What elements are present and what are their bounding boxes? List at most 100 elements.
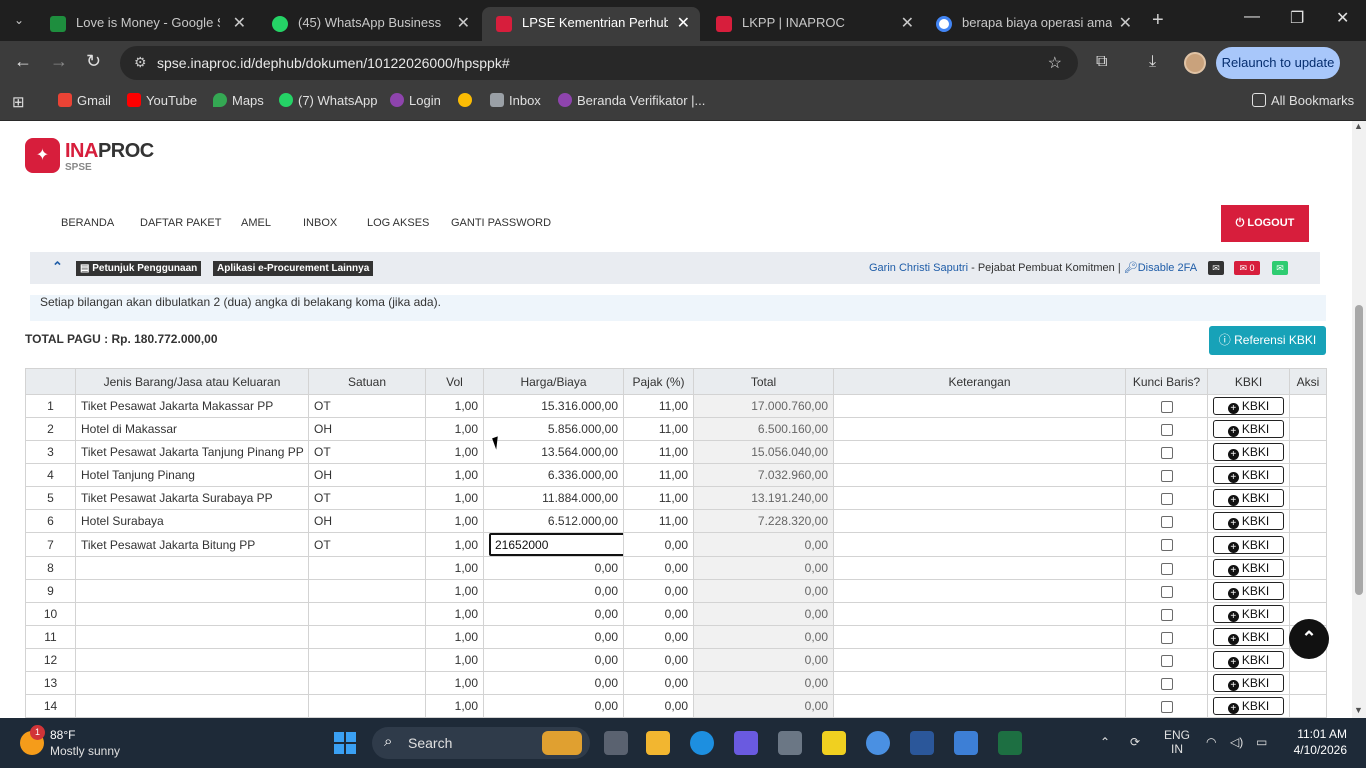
cell-vol[interactable]: 1,00 <box>425 556 484 580</box>
cell-satuan[interactable]: OH <box>308 463 426 487</box>
cell-harga[interactable]: 6.336.000,00 <box>483 463 624 487</box>
cell-satuan[interactable] <box>308 671 426 695</box>
bookmark-gmail[interactable]: Gmail <box>58 93 111 108</box>
task-view-icon[interactable] <box>604 731 628 755</box>
cell-keterangan[interactable] <box>833 486 1126 510</box>
kbki-button[interactable]: + KBKI <box>1213 559 1284 577</box>
double-chevron-up-icon[interactable]: ⌃ <box>52 259 63 275</box>
url-text[interactable]: spse.inaproc.id/dephub/dokumen/101220260… <box>157 55 510 71</box>
scroll-to-top-button[interactable]: ⌃ <box>1289 619 1329 659</box>
envelope-icon[interactable]: ✉ <box>1208 261 1224 275</box>
kbki-button[interactable]: + KBKI <box>1213 466 1284 484</box>
cell-jenis-barang[interactable]: Tiket Pesawat Jakarta Makassar PP <box>75 394 309 418</box>
cell-jenis-barang[interactable]: Hotel Tanjung Pinang <box>75 463 309 487</box>
close-tab-icon[interactable]: ✕ <box>677 13 690 33</box>
cell-jenis-barang[interactable] <box>75 579 309 603</box>
cell-jenis-barang[interactable] <box>75 602 309 626</box>
cell-vol[interactable]: 1,00 <box>425 579 484 603</box>
cell-jenis-barang[interactable] <box>75 694 309 718</box>
harga-input[interactable] <box>489 533 623 556</box>
page-scrollbar[interactable]: ▲ ▼ <box>1352 121 1366 718</box>
cell-satuan[interactable] <box>308 694 426 718</box>
cell-keterangan[interactable] <box>833 440 1126 464</box>
cell-jenis-barang[interactable] <box>75 556 309 580</box>
extensions-icon[interactable]: ⧉ <box>1096 53 1107 71</box>
cell-satuan[interactable]: OH <box>308 417 426 441</box>
kbki-button[interactable]: + KBKI <box>1213 420 1284 438</box>
kbki-button[interactable]: + KBKI <box>1213 674 1284 692</box>
cell-harga[interactable]: 13.564.000,00 <box>483 440 624 464</box>
kbki-button[interactable]: + KBKI <box>1213 512 1284 530</box>
cell-jenis-barang[interactable] <box>75 671 309 695</box>
cell-pajak[interactable]: 0,00 <box>623 579 694 603</box>
cell-pajak[interactable]: 11,00 <box>623 509 694 533</box>
cell-keterangan[interactable] <box>833 394 1126 418</box>
weather-temp[interactable]: 88°F <box>50 728 75 742</box>
cell-jenis-barang[interactable]: Hotel Surabaya <box>75 509 309 533</box>
excel-icon[interactable] <box>998 731 1022 755</box>
cell-vol[interactable]: 1,00 <box>425 532 484 557</box>
cell-harga[interactable]: 0,00 <box>483 671 624 695</box>
bookmark-photos[interactable] <box>458 93 477 108</box>
nav-inbox[interactable]: INBOX <box>303 217 337 229</box>
browser-tab-whatsapp[interactable]: (45) WhatsApp Business ✕ <box>258 7 480 41</box>
cell-pajak[interactable]: 0,00 <box>623 625 694 649</box>
battery-icon[interactable]: ▭ <box>1256 735 1267 749</box>
cell-vol[interactable]: 1,00 <box>425 463 484 487</box>
browser-tab-lkpp[interactable]: LKPP | INAPROC ✕ <box>702 7 924 41</box>
cell-vol[interactable]: 1,00 <box>425 694 484 718</box>
cell-satuan[interactable] <box>308 602 426 626</box>
aplikasi-eproc-button[interactable]: Aplikasi e-Procurement Lainnya <box>213 261 374 276</box>
kunci-baris-checkbox[interactable] <box>1160 585 1173 598</box>
close-tab-icon[interactable]: ✕ <box>457 13 470 33</box>
weather-condition[interactable]: Mostly sunny <box>50 744 120 758</box>
cell-jenis-barang[interactable]: Tiket Pesawat Jakarta Surabaya PP <box>75 486 309 510</box>
cell-harga[interactable]: 5.856.000,00 <box>483 417 624 441</box>
user-name[interactable]: Garin Christi Saputri <box>869 262 968 274</box>
bookmark-beranda-verifikator[interactable]: Beranda Verifikator |... <box>558 93 705 108</box>
kunci-baris-checkbox[interactable] <box>1160 423 1173 436</box>
cell-pajak[interactable]: 0,00 <box>623 694 694 718</box>
sticky-notes-icon[interactable] <box>822 731 846 755</box>
bookmark-whatsapp[interactable]: (7) WhatsApp <box>279 93 377 108</box>
minimize-icon[interactable]: — <box>1244 8 1260 26</box>
kunci-baris-checkbox[interactable] <box>1160 654 1173 667</box>
nav-amel[interactable]: AMEL <box>241 217 271 229</box>
scrollbar-thumb[interactable] <box>1355 305 1363 595</box>
profile-avatar[interactable] <box>1184 52 1206 74</box>
cell-keterangan[interactable] <box>833 625 1126 649</box>
site-info-icon[interactable]: ⚙ <box>134 54 147 71</box>
copilot-icon[interactable] <box>734 731 758 755</box>
referensi-kbki-button[interactable]: ⓘ Referensi KBKI <box>1209 326 1326 355</box>
cell-pajak[interactable]: 0,00 <box>623 602 694 626</box>
kunci-baris-checkbox[interactable] <box>1160 469 1173 482</box>
cell-pajak[interactable]: 11,00 <box>623 463 694 487</box>
bookmark-login[interactable]: Login <box>390 93 441 108</box>
cell-harga[interactable]: 15.316.000,00 <box>483 394 624 418</box>
cell-harga[interactable]: 0,00 <box>483 579 624 603</box>
browser-tab-google[interactable]: berapa biaya operasi amand ✕ <box>922 7 1142 41</box>
cell-harga[interactable]: 0,00 <box>483 648 624 672</box>
cell-jenis-barang[interactable] <box>75 625 309 649</box>
cell-vol[interactable]: 1,00 <box>425 625 484 649</box>
cell-harga[interactable] <box>483 532 624 557</box>
bookmark-inbox[interactable]: Inbox <box>490 93 541 108</box>
mail-count-badge[interactable]: ✉ 0 <box>1234 261 1260 275</box>
cell-vol[interactable]: 1,00 <box>425 440 484 464</box>
cell-satuan[interactable] <box>308 556 426 580</box>
calculator-icon[interactable] <box>954 731 978 755</box>
close-tab-icon[interactable]: ✕ <box>1119 13 1132 33</box>
petunjuk-penggunaan-button[interactable]: ▤ Petunjuk Penggunaan <box>76 261 202 276</box>
cell-harga[interactable]: 6.512.000,00 <box>483 509 624 533</box>
kunci-baris-checkbox[interactable] <box>1160 700 1173 713</box>
cell-harga[interactable]: 0,00 <box>483 602 624 626</box>
cell-vol[interactable]: 1,00 <box>425 648 484 672</box>
kbki-button[interactable]: + KBKI <box>1213 582 1284 600</box>
cell-harga[interactable]: 0,00 <box>483 694 624 718</box>
cell-satuan[interactable]: OH <box>308 509 426 533</box>
cell-pajak[interactable]: 11,00 <box>623 486 694 510</box>
close-tab-icon[interactable]: ✕ <box>901 13 914 33</box>
open-mail-icon[interactable]: ✉ <box>1272 261 1288 275</box>
new-tab-icon[interactable]: + <box>1152 9 1164 32</box>
volume-icon[interactable]: ◁) <box>1230 735 1243 749</box>
